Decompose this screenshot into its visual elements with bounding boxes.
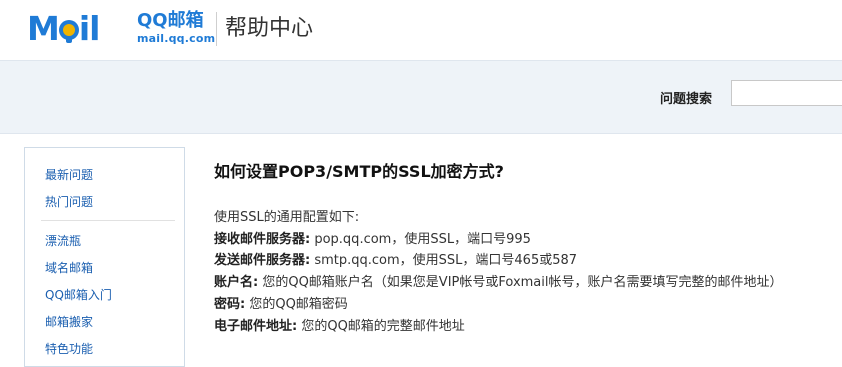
brand-block: QQ邮箱 mail.qq.com bbox=[137, 10, 215, 46]
sidebar: 最新问题 热门问题 漂流瓶 域名邮箱 QQ邮箱入门 邮箱搬家 特色功能 bbox=[24, 147, 185, 367]
email-address-line: 电子邮件地址: 您的QQ邮箱的完整邮件地址 bbox=[214, 315, 465, 334]
bell-icon bbox=[58, 19, 79, 43]
sidebar-item-features[interactable]: 特色功能 bbox=[45, 340, 93, 357]
search-input[interactable] bbox=[731, 80, 842, 106]
header: Mil QQ邮箱 mail.qq.com 帮助中心 bbox=[0, 0, 842, 60]
search-label: 问题搜索 bbox=[660, 92, 713, 107]
password-label: 密码: bbox=[214, 297, 246, 312]
account-name-value: 您的QQ邮箱账户名（如果您是VIP帐号或Foxmail帐号，账户名需要填写完整的… bbox=[262, 275, 783, 290]
logo-wordmark: Mil bbox=[27, 9, 100, 48]
incoming-server-value: pop.qq.com，使用SSL，端口号995 bbox=[314, 232, 531, 247]
sidebar-item-getting-started[interactable]: QQ邮箱入门 bbox=[45, 286, 112, 303]
outgoing-server-value: smtp.qq.com，使用SSL，端口号465或587 bbox=[314, 253, 578, 268]
email-address-value: 您的QQ邮箱的完整邮件地址 bbox=[301, 319, 465, 334]
brand-name: QQ邮箱 bbox=[137, 10, 204, 31]
qq-mail-logo[interactable]: Mil bbox=[27, 9, 132, 49]
incoming-server-line: 接收邮件服务器: pop.qq.com，使用SSL，端口号995 bbox=[214, 228, 531, 247]
sidebar-item-hot[interactable]: 热门问题 bbox=[45, 193, 93, 210]
outgoing-server-label: 发送邮件服务器: bbox=[214, 253, 311, 268]
password-line: 密码: 您的QQ邮箱密码 bbox=[214, 293, 348, 312]
sidebar-divider bbox=[41, 220, 175, 221]
sidebar-item-domain-mail[interactable]: 域名邮箱 bbox=[45, 259, 93, 276]
intro-text: 使用SSL的通用配置如下: bbox=[214, 210, 360, 225]
outgoing-server-line: 发送邮件服务器: smtp.qq.com，使用SSL，端口号465或587 bbox=[214, 249, 577, 268]
incoming-server-label: 接收邮件服务器: bbox=[214, 232, 311, 247]
brand-url: mail.qq.com bbox=[137, 32, 216, 45]
question-title: 如何设置POP3/SMTP的SSL加密方式? bbox=[214, 162, 504, 181]
page-title: 帮助中心 bbox=[225, 16, 314, 41]
header-divider bbox=[216, 12, 217, 46]
sidebar-item-mail-migration[interactable]: 邮箱搬家 bbox=[45, 313, 93, 330]
sidebar-item-latest[interactable]: 最新问题 bbox=[45, 166, 93, 183]
account-name-line: 账户名: 您的QQ邮箱账户名（如果您是VIP帐号或Foxmail帐号，账户名需要… bbox=[214, 271, 783, 290]
account-name-label: 账户名: bbox=[214, 275, 259, 290]
search-band bbox=[0, 60, 842, 134]
email-address-label: 电子邮件地址: bbox=[214, 319, 298, 334]
sidebar-item-drift-bottle[interactable]: 漂流瓶 bbox=[45, 232, 81, 249]
password-value: 您的QQ邮箱密码 bbox=[249, 297, 348, 312]
